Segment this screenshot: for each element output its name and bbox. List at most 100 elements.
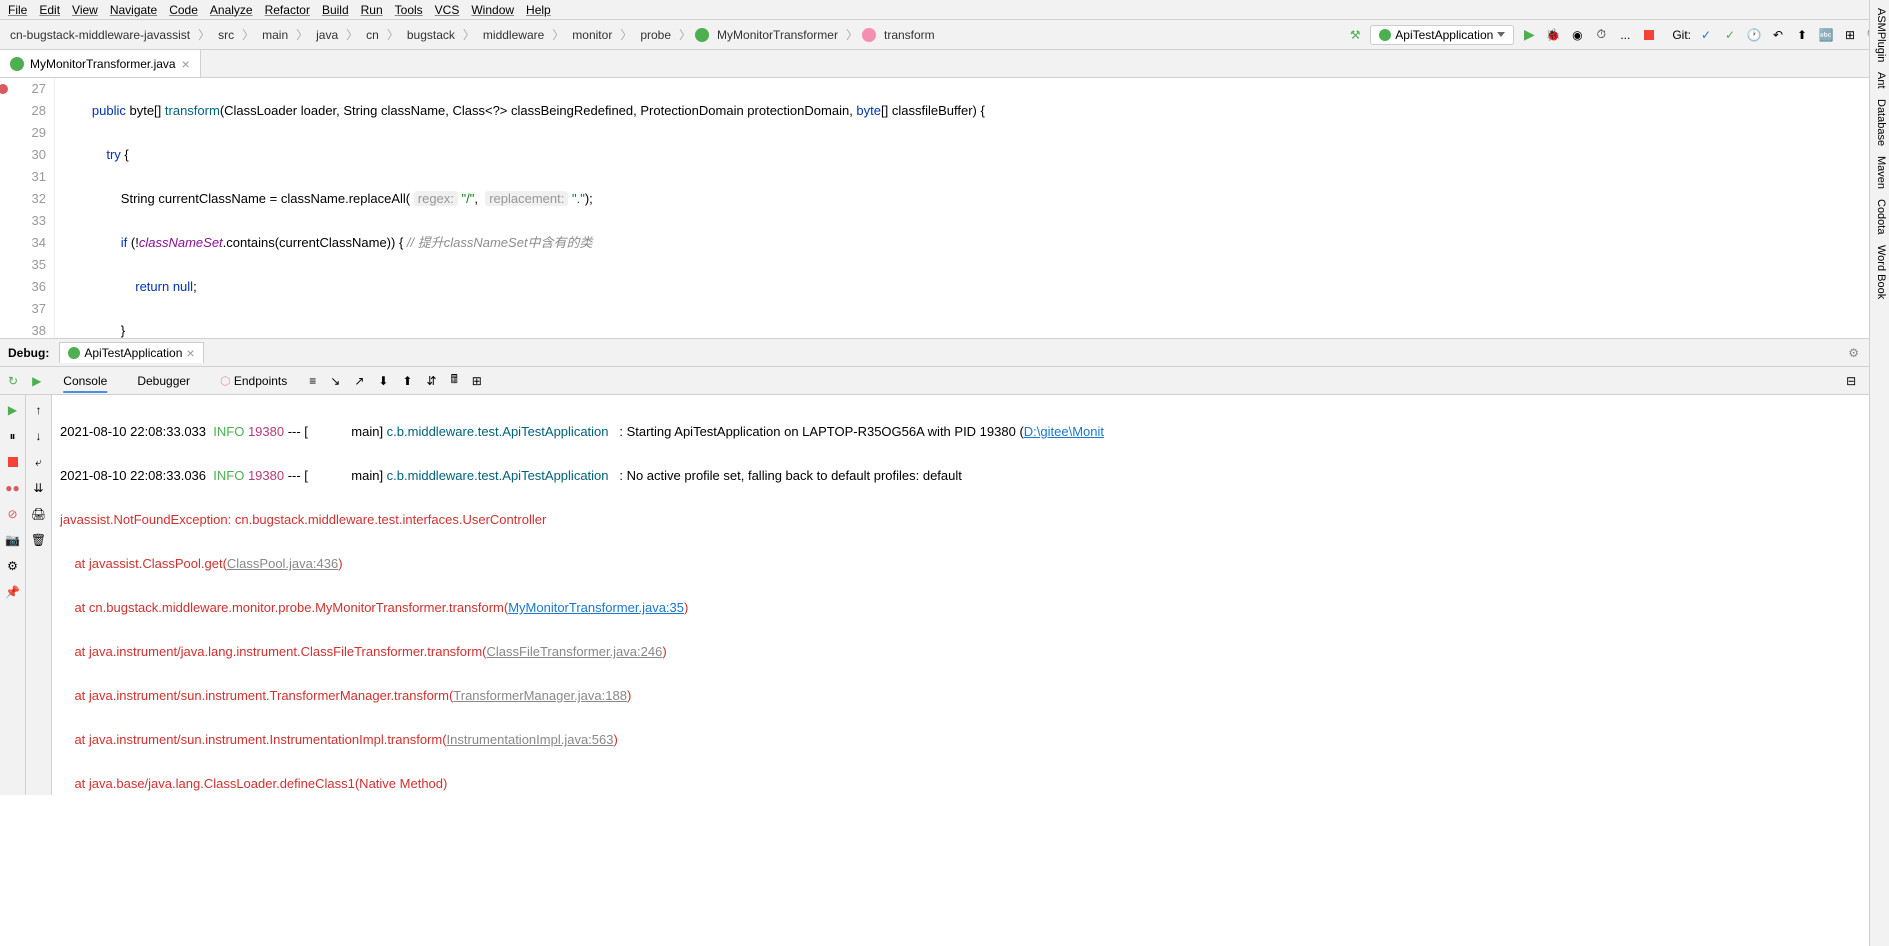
menu-refactor[interactable]: Refactor	[265, 3, 310, 17]
gutter-line[interactable]: 28	[0, 100, 46, 122]
tool-codota[interactable]: Codota	[1872, 199, 1887, 234]
git-revert-button[interactable]: ↶	[1769, 26, 1787, 44]
print-icon[interactable]: 🖨	[30, 505, 48, 523]
mute-breakpoints-icon[interactable]: ⊘	[4, 505, 22, 523]
gutter-line[interactable]: 37	[0, 298, 46, 320]
endpoints-tab[interactable]: ⬡ Endpoints	[212, 370, 295, 392]
crumb-monitor[interactable]: monitor	[568, 26, 616, 44]
tool-maven[interactable]: Maven	[1872, 156, 1887, 189]
stop-icon[interactable]	[4, 453, 22, 471]
crumb-cn[interactable]: cn	[362, 26, 383, 44]
clear-icon[interactable]: 🗑	[30, 531, 48, 549]
menu-navigate[interactable]: Navigate	[110, 3, 157, 17]
source-link[interactable]: MyMonitorTransformer.java:35	[508, 600, 684, 615]
gutter-line[interactable]: 31	[0, 166, 46, 188]
gutter-line[interactable]: 36	[0, 276, 46, 298]
gutter-line[interactable]: 32	[0, 188, 46, 210]
git-push-button[interactable]: ⬆	[1793, 26, 1811, 44]
menu-edit[interactable]: Edit	[39, 3, 60, 17]
gutter-line[interactable]: 38	[0, 320, 46, 342]
crumb-middleware[interactable]: middleware	[479, 26, 548, 44]
menu-vcs[interactable]: VCS	[435, 3, 460, 17]
debug-button[interactable]: 🐞	[1544, 26, 1562, 44]
evaluate-icon[interactable]: 🖩	[451, 370, 458, 391]
run-button[interactable]: ▶	[1520, 26, 1538, 44]
ide-settings-button[interactable]: ⊞	[1841, 26, 1859, 44]
pause-icon[interactable]: ⏸	[4, 427, 22, 445]
git-update-button[interactable]: ✓	[1697, 26, 1715, 44]
camera-icon[interactable]: 📷	[4, 531, 22, 549]
soft-wrap-icon[interactable]: ⤶	[30, 453, 48, 471]
tool-ant[interactable]: Ant	[1872, 72, 1887, 89]
gutter: 27 28 29 30 31 32 33 34 35 36 37 38	[0, 78, 55, 338]
down-icon[interactable]: ⬇	[378, 374, 388, 388]
file-link[interactable]: D:\gitee\Monit	[1024, 424, 1104, 439]
up-arrow-icon[interactable]: ↑	[30, 401, 48, 419]
menu-build[interactable]: Build	[322, 3, 349, 17]
gear-icon[interactable]: ⚙	[1848, 346, 1859, 360]
source-link[interactable]: ClassPool.java:436	[227, 556, 338, 571]
menu-file[interactable]: File	[8, 3, 27, 17]
crumb-probe[interactable]: probe	[636, 26, 675, 44]
breakpoints-icon[interactable]: ●●	[4, 479, 22, 497]
gutter-line[interactable]: 34	[0, 232, 46, 254]
crumb-java[interactable]: java	[312, 26, 342, 44]
menu-tools[interactable]: Tools	[395, 3, 423, 17]
frames-icon[interactable]: ⇵	[427, 374, 437, 388]
crumb-src[interactable]: src	[214, 26, 238, 44]
gutter-line[interactable]: 35	[0, 254, 46, 276]
crumb-main[interactable]: main	[258, 26, 292, 44]
gutter-line[interactable]: 27	[0, 78, 46, 100]
run-config-selector[interactable]: ApiTestApplication	[1370, 25, 1514, 45]
editor-tab[interactable]: MyMonitorTransformer.java ×	[0, 50, 201, 77]
tool-asmplugin[interactable]: ASMPlugin	[1872, 8, 1887, 62]
scroll-icon[interactable]: ⇊	[30, 479, 48, 497]
console-tab[interactable]: Console	[55, 370, 115, 392]
crumb-bugstack[interactable]: bugstack	[403, 26, 459, 44]
layout-icon[interactable]: ⊞	[472, 374, 482, 388]
menu-help[interactable]: Help	[526, 3, 551, 17]
up-icon[interactable]: ⬆	[402, 374, 412, 388]
code-editor[interactable]: public byte[] transform(ClassLoader load…	[55, 78, 1889, 338]
tool-database[interactable]: Database	[1872, 99, 1887, 146]
debugger-tab[interactable]: Debugger	[129, 370, 198, 392]
breakpoint-icon[interactable]	[0, 84, 8, 94]
menu-view[interactable]: View	[72, 3, 98, 17]
coverage-button[interactable]: ◉	[1568, 26, 1586, 44]
resume-icon[interactable]: ▶	[4, 401, 22, 419]
attach-button[interactable]: ...	[1616, 26, 1634, 44]
source-link[interactable]: TransformerManager.java:188	[453, 688, 627, 703]
gutter-line[interactable]: 30	[0, 144, 46, 166]
gutter-line[interactable]: 33	[0, 210, 46, 232]
git-history-button[interactable]: 🕐	[1745, 26, 1763, 44]
gutter-line[interactable]: 29	[0, 122, 46, 144]
crumb-class[interactable]: MyMonitorTransformer	[713, 26, 842, 44]
translate-button[interactable]: 🔤	[1817, 26, 1835, 44]
console-output[interactable]: 2021-08-10 22:08:33.033 INFO 19380 --- […	[52, 395, 1889, 795]
source-link[interactable]: InstrumentationImpl.java:563	[447, 732, 614, 747]
debug-session-tab[interactable]: ApiTestApplication ×	[59, 342, 203, 363]
menu-analyze[interactable]: Analyze	[210, 3, 253, 17]
menu-code[interactable]: Code	[169, 3, 198, 17]
menu-window[interactable]: Window	[471, 3, 514, 17]
step-into-icon[interactable]: ↘	[330, 374, 340, 388]
settings-icon[interactable]: ⚙	[4, 557, 22, 575]
step-over-icon[interactable]: ≡	[309, 374, 316, 388]
step-out-icon[interactable]: ↗	[354, 374, 364, 388]
hammer-icon[interactable]: ⚒	[1346, 26, 1364, 44]
rerun-icon[interactable]: ↻	[8, 374, 18, 388]
git-commit-button[interactable]: ✓	[1721, 26, 1739, 44]
source-link[interactable]: ClassFileTransformer.java:246	[487, 644, 663, 659]
crumb-method[interactable]: transform	[880, 26, 939, 44]
profile-button[interactable]: ⏱	[1592, 26, 1610, 44]
pin-icon[interactable]: 📌	[4, 583, 22, 601]
close-icon[interactable]: ×	[186, 345, 194, 361]
crumb-module[interactable]: cn-bugstack-middleware-javassist	[6, 26, 194, 44]
close-icon[interactable]: ×	[182, 56, 190, 72]
down-arrow-icon[interactable]: ↓	[30, 427, 48, 445]
wrap-icon[interactable]: ⊟	[1846, 374, 1856, 388]
tool-wordbook[interactable]: Word Book	[1872, 245, 1887, 299]
menu-run[interactable]: Run	[361, 3, 383, 17]
play-icon[interactable]: ▶	[32, 374, 41, 388]
stop-button[interactable]	[1640, 26, 1658, 44]
